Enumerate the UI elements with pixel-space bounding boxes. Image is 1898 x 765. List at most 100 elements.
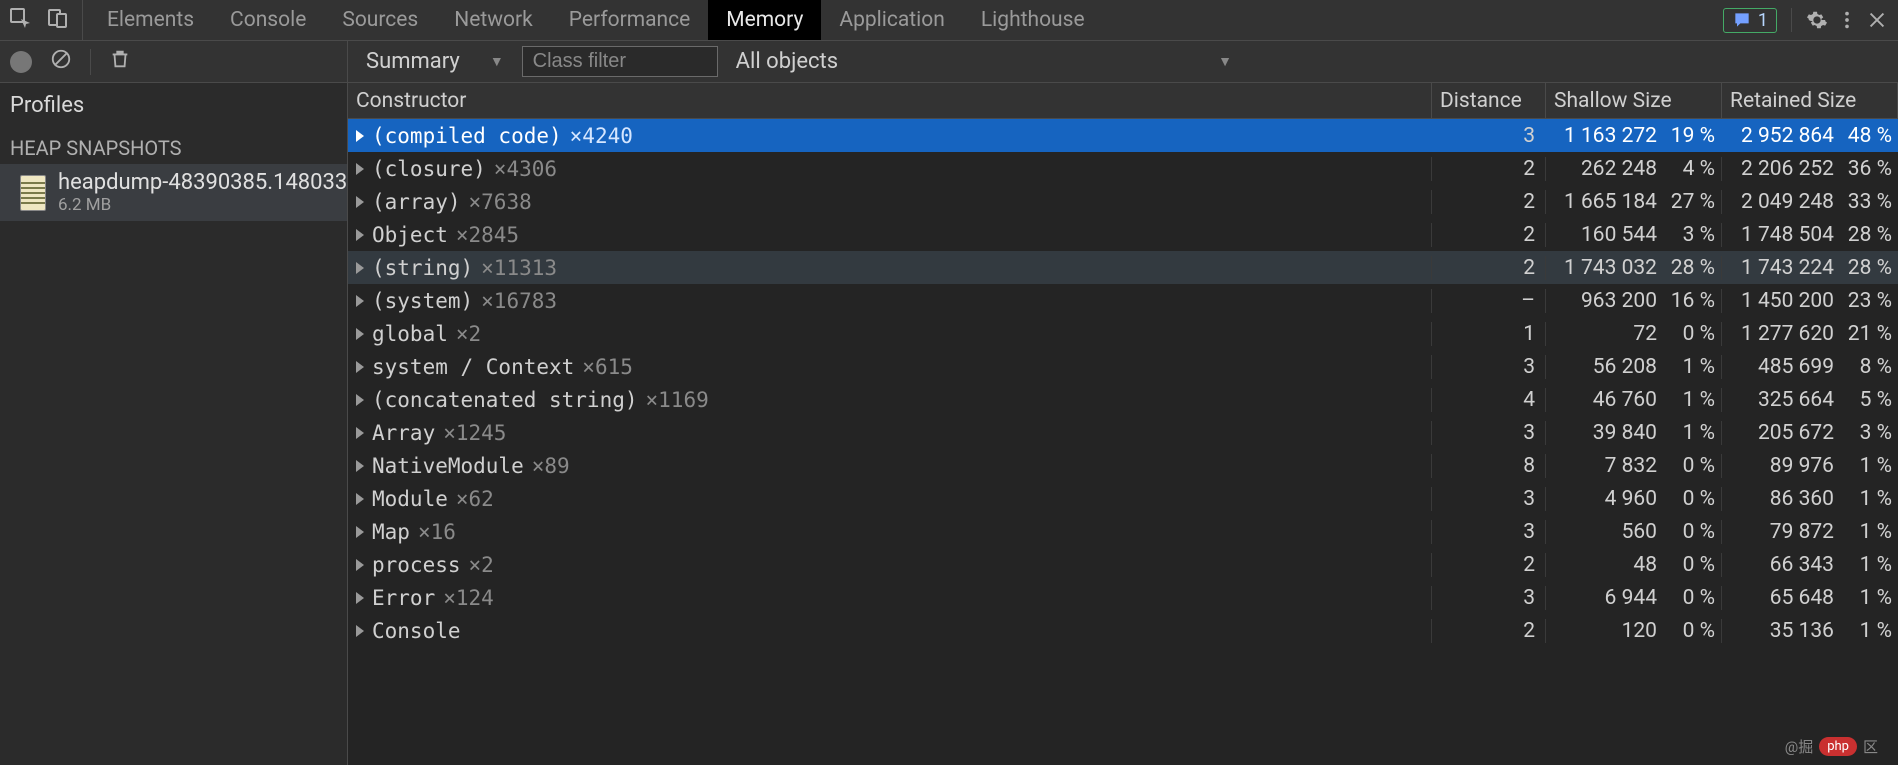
main-split: Profiles HEAP SNAPSHOTS heapdump-4839038… xyxy=(0,83,1898,765)
column-retained-size[interactable]: Retained Size xyxy=(1722,83,1898,118)
tabstrip-left-icons xyxy=(0,0,83,40)
table-row[interactable]: (compiled code) ×424031 163 27219 %2 952… xyxy=(348,119,1898,152)
device-toolbar-icon[interactable] xyxy=(46,6,70,35)
issues-chip[interactable]: 1 xyxy=(1723,8,1777,33)
constructor-name: Module xyxy=(372,487,448,511)
constructor-name: Map xyxy=(372,520,410,544)
expand-icon[interactable] xyxy=(356,526,364,538)
expand-icon[interactable] xyxy=(356,328,364,340)
tab-elements[interactable]: Elements xyxy=(89,0,212,40)
chevron-down-icon: ▼ xyxy=(490,53,504,70)
memory-toolbar-left xyxy=(0,41,348,82)
tab-memory[interactable]: Memory xyxy=(708,0,821,40)
snapshot-item[interactable]: heapdump-48390385.1480336.2 MB xyxy=(0,164,347,221)
constructor-count: ×2 xyxy=(456,322,481,346)
cell-shallow-size: 39 8401 % xyxy=(1546,421,1722,445)
constructor-count: ×62 xyxy=(456,487,494,511)
expand-icon[interactable] xyxy=(356,394,364,406)
tab-network[interactable]: Network xyxy=(436,0,551,40)
cell-distance: – xyxy=(1432,289,1546,313)
cell-constructor: Array ×1245 xyxy=(348,421,1432,445)
constructor-name: Array xyxy=(372,421,435,445)
table-row[interactable]: global ×21720 %1 277 62021 % xyxy=(348,317,1898,350)
table-row[interactable]: Array ×1245339 8401 %205 6723 % xyxy=(348,416,1898,449)
cell-retained-size: 2 952 86448 % xyxy=(1722,124,1898,148)
cell-retained-size: 86 3601 % xyxy=(1722,487,1898,511)
cell-retained-size: 79 8721 % xyxy=(1722,520,1898,544)
trash-icon[interactable] xyxy=(109,48,131,75)
inspect-element-icon[interactable] xyxy=(8,6,32,35)
expand-icon[interactable] xyxy=(356,130,364,142)
expand-icon[interactable] xyxy=(356,559,364,571)
cell-distance: 8 xyxy=(1432,454,1546,478)
expand-icon[interactable] xyxy=(356,262,364,274)
cell-constructor: Error ×124 xyxy=(348,586,1432,610)
gear-icon[interactable] xyxy=(1806,9,1828,31)
table-row[interactable]: (array) ×763821 665 18427 %2 049 24833 % xyxy=(348,185,1898,218)
table-row[interactable]: (string) ×1131321 743 03228 %1 743 22428… xyxy=(348,251,1898,284)
table-row[interactable]: (concatenated string) ×1169446 7601 %325… xyxy=(348,383,1898,416)
expand-icon[interactable] xyxy=(356,361,364,373)
table-row[interactable]: NativeModule ×8987 8320 %89 9761 % xyxy=(348,449,1898,482)
cell-constructor: (string) ×11313 xyxy=(348,256,1432,280)
cell-constructor: system / Context ×615 xyxy=(348,355,1432,379)
object-filter-select[interactable]: All objects ▼ xyxy=(728,49,1240,74)
cell-constructor: (system) ×16783 xyxy=(348,289,1432,313)
expand-icon[interactable] xyxy=(356,229,364,241)
tab-performance[interactable]: Performance xyxy=(551,0,708,40)
expand-icon[interactable] xyxy=(356,163,364,175)
cell-retained-size: 89 9761 % xyxy=(1722,454,1898,478)
table-row[interactable]: Console21200 %35 1361 % xyxy=(348,614,1898,647)
profiles-heading: Profiles xyxy=(0,83,347,132)
constructor-name: (compiled code) xyxy=(372,124,562,148)
class-filter-input[interactable] xyxy=(522,46,718,77)
table-row[interactable]: Error ×12436 9440 %65 6481 % xyxy=(348,581,1898,614)
table-row[interactable]: system / Context ×615356 2081 %485 6998 … xyxy=(348,350,1898,383)
cell-retained-size: 66 3431 % xyxy=(1722,553,1898,577)
table-row[interactable]: Map ×1635600 %79 8721 % xyxy=(348,515,1898,548)
column-constructor[interactable]: Constructor xyxy=(348,83,1432,118)
heap-snapshots-label: HEAP SNAPSHOTS xyxy=(0,132,347,164)
expand-icon[interactable] xyxy=(356,460,364,472)
expand-icon[interactable] xyxy=(356,592,364,604)
column-distance[interactable]: Distance xyxy=(1432,83,1546,118)
table-row[interactable]: (system) ×16783–963 20016 %1 450 20023 % xyxy=(348,284,1898,317)
close-icon[interactable] xyxy=(1866,9,1888,31)
kebab-icon[interactable] xyxy=(1836,9,1858,31)
constructor-count: ×1169 xyxy=(646,388,709,412)
cell-distance: 3 xyxy=(1432,421,1546,445)
table-row[interactable]: process ×22480 %66 3431 % xyxy=(348,548,1898,581)
cell-retained-size: 1 743 22428 % xyxy=(1722,256,1898,280)
profiles-sidebar: Profiles HEAP SNAPSHOTS heapdump-4839038… xyxy=(0,83,348,765)
expand-icon[interactable] xyxy=(356,196,364,208)
expand-icon[interactable] xyxy=(356,295,364,307)
constructor-count: ×7638 xyxy=(469,190,532,214)
table-row[interactable]: Module ×6234 9600 %86 3601 % xyxy=(348,482,1898,515)
expand-icon[interactable] xyxy=(356,625,364,637)
table-row[interactable]: (closure) ×43062262 2484 %2 206 25236 % xyxy=(348,152,1898,185)
tab-sources[interactable]: Sources xyxy=(324,0,436,40)
clear-icon[interactable] xyxy=(50,48,72,75)
view-select[interactable]: Summary ▼ xyxy=(358,47,512,76)
cell-distance: 3 xyxy=(1432,586,1546,610)
cell-shallow-size: 1 743 03228 % xyxy=(1546,256,1722,280)
expand-icon[interactable] xyxy=(356,493,364,505)
tab-lighthouse[interactable]: Lighthouse xyxy=(963,0,1103,40)
record-icon[interactable] xyxy=(10,51,32,73)
cell-retained-size: 1 277 62021 % xyxy=(1722,322,1898,346)
tab-application[interactable]: Application xyxy=(821,0,962,40)
table-body[interactable]: (compiled code) ×424031 163 27219 %2 952… xyxy=(348,119,1898,765)
tab-console[interactable]: Console xyxy=(212,0,324,40)
cell-distance: 3 xyxy=(1432,355,1546,379)
cell-shallow-size: 56 2081 % xyxy=(1546,355,1722,379)
column-shallow-size[interactable]: Shallow Size xyxy=(1546,83,1722,118)
constructor-name: system / Context xyxy=(372,355,574,379)
expand-icon[interactable] xyxy=(356,427,364,439)
cell-distance: 3 xyxy=(1432,487,1546,511)
devtools-tabstrip: ElementsConsoleSourcesNetworkPerformance… xyxy=(0,0,1898,41)
memory-toolbar: Summary ▼ All objects ▼ xyxy=(0,41,1898,83)
table-row[interactable]: Object ×28452160 5443 %1 748 50428 % xyxy=(348,218,1898,251)
constructor-count: ×4306 xyxy=(494,157,557,181)
cell-constructor: Map ×16 xyxy=(348,520,1432,544)
cell-constructor: (array) ×7638 xyxy=(348,190,1432,214)
